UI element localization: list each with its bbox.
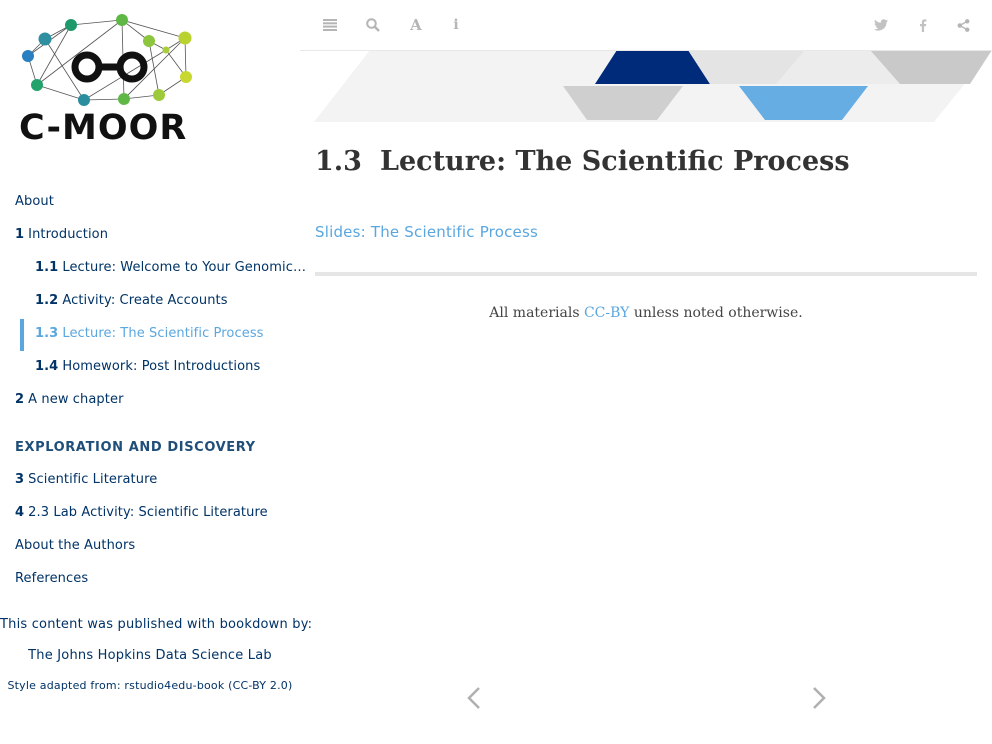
license-note: All materials CC-BY unless noted otherwi… [315,305,977,321]
horizontal-rule [315,272,977,276]
title-text: Lecture: The Scientific Process [379,146,850,177]
facebook-share-button[interactable] [912,14,934,36]
decorative-banner [300,50,992,125]
data-science-lab-link[interactable]: The Johns Hopkins Data Science Lab [0,648,300,663]
facebook-icon [919,18,927,32]
search-icon [366,18,380,32]
toc-number: 1.3 [35,326,59,341]
toc-item-post-introductions[interactable]: 1.4 Homework: Post Introductions [35,359,260,374]
toc-label: Lecture: The Scientific Process [62,326,264,341]
toc-item-scientific-process[interactable]: 1.3 Lecture: The Scientific Process [35,326,264,341]
toc-section-heading: EXPLORATION AND DISCOVERY [15,440,256,455]
toc-number: 1.1 [35,260,59,275]
toc-number: 1.2 [35,293,59,308]
share-button[interactable] [952,14,974,36]
list-icon [323,19,337,31]
style-credit-link[interactable]: Style adapted from: rstudio4edu-book (CC… [0,679,300,692]
previous-page-button[interactable] [463,682,487,714]
toc-label: A new chapter [28,392,124,407]
toc-label: Introduction [28,227,109,242]
toc-label: About [15,194,54,209]
toc-number: 4 [15,505,25,520]
toc-item-references[interactable]: References [15,571,88,586]
toc-label: About the Authors [15,538,136,553]
published-by-text: This content was published with bookdown… [0,617,313,632]
toc-label: 2.3 Lab Activity: Scientific Literature [28,505,268,520]
toc-item-lab-activity[interactable]: 4 2.3 Lab Activity: Scientific Literature [15,505,268,520]
toc-item-about[interactable]: About [15,194,54,209]
toc-label: Activity: Create Accounts [62,293,228,308]
search-button[interactable] [362,14,384,36]
chevron-left-icon [467,687,480,709]
cc-by-link[interactable]: CC-BY [584,305,629,321]
toc-number: 3 [15,472,25,487]
active-item-indicator [20,319,24,351]
toggle-sidebar-button[interactable] [319,14,341,36]
toc-item-new-chapter[interactable]: 2A new chapter [15,392,124,407]
toc-number: 2 [15,392,25,407]
twitter-share-button[interactable] [870,14,892,36]
toc-label: References [15,571,89,586]
title-number: 1.3 [315,146,362,177]
book-toolbar: A i [300,0,992,51]
toc-item-about-authors[interactable]: About the Authors [15,538,135,553]
license-text-after: unless noted otherwise. [633,305,803,321]
license-text-before: All materials [489,305,580,321]
info-icon: i [453,17,459,33]
toc-item-introduction[interactable]: 1 Introduction [15,227,108,242]
c-moor-logo[interactable]: C-MOOR [15,10,210,150]
font-icon: A [410,16,422,34]
toc-item-scientific-literature[interactable]: 3 Scientific Literature [15,472,157,487]
toc-item-welcome-lecture[interactable]: 1.1 Lecture: Welcome to Your Genomic… [35,260,306,275]
chevron-right-icon [813,687,826,709]
toc-item-create-accounts[interactable]: 1.2 Activity: Create Accounts [35,293,228,308]
next-page-button[interactable] [806,682,830,714]
twitter-icon [874,19,888,31]
page-title: 1.3 Lecture: The Scientific Process [315,146,850,177]
toc-label: Homework: Post Introductions [62,359,261,374]
toc-label: Lecture: Welcome to Your Genomic… [62,260,307,275]
share-icon [957,18,969,32]
info-button[interactable]: i [445,14,467,36]
toc-number: 1.4 [35,359,59,374]
toc-number: 1 [15,227,25,242]
slides-link[interactable]: Slides: The Scientific Process [315,223,538,241]
font-settings-button[interactable]: A [405,14,427,36]
toc-label: Scientific Literature [28,472,158,487]
logo-wordmark: C-MOOR [19,108,188,148]
sidebar: C-MOOR About 1 Introduction 1.1 Lecture: W… [0,0,313,744]
banner-parallelograms [314,50,992,122]
